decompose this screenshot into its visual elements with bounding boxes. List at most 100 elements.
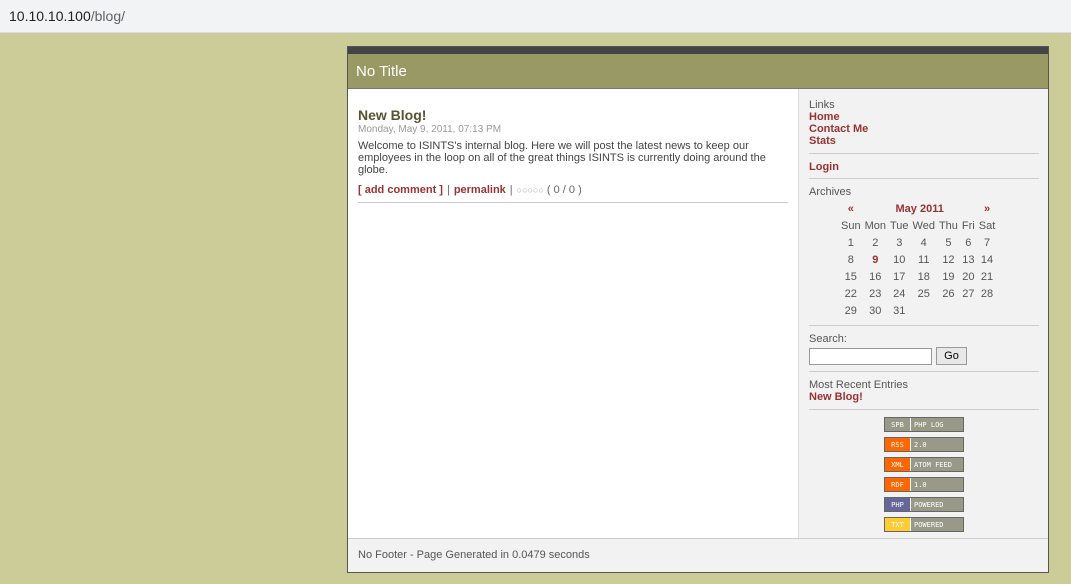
badge-left: SPB [885,418,911,431]
calendar-day: 21 [980,270,994,283]
calendar-day: 25 [917,287,930,300]
entry-date: Monday, May 9, 2011, 07:13 PM [358,124,502,135]
url-path: /blog/ [90,8,125,24]
blog-frame: No Title New Blog! Monday, May 9, 2011, … [347,46,1049,573]
calendar-weekdays: Sun Mon Tue Wed Thu Fri Sat [839,217,997,234]
separator: | [509,184,513,196]
calendar-day: 31 [893,304,906,317]
sidebar-link-home[interactable]: Home [809,111,1039,123]
badge-right: ATOM FEED [911,458,963,471]
calendar-day: 24 [893,287,906,300]
calendar-day: 3 [896,236,903,249]
calendar-day: 2 [872,236,879,249]
search-section: Search: Go [809,333,1039,372]
separator: | [446,184,450,196]
calendar-day: 22 [844,287,857,300]
badge-left: RSS [885,438,911,451]
spb-phplog-badge[interactable]: SPB PHP LOG [884,417,964,432]
calendar-month: May 2011 [895,202,944,215]
badge-left: RDF [885,478,911,491]
badge-right: PHP LOG [911,418,963,431]
calendar-day: 13 [962,253,975,266]
links-section: Links Home Contact Me Stats [809,99,1039,154]
browser-address-bar[interactable]: 10.10.10.100/blog/ [0,0,1071,33]
weekday: Thu [938,219,958,232]
calendar-day: 6 [965,236,972,249]
calendar-day: 19 [942,270,955,283]
recent-entries-label: Most Recent Entries [809,379,909,391]
login-link[interactable]: Login [809,161,1039,173]
calendar-day [960,302,977,319]
entry-meta: [ add comment ] | permalink | ○○○○○ ( 0 / 0 … [358,184,788,203]
recent-entry-link[interactable]: New Blog! [809,391,1039,403]
permalink-link[interactable]: permalink [454,184,506,196]
blog-entry: New Blog! Monday, May 9, 2011, 07:13 PM … [358,107,788,203]
calendar-week: 29 30 31 [839,302,997,319]
top-strip [348,47,1048,54]
calendar-week: 1 2 3 4 5 6 7 [839,234,997,251]
go-button[interactable]: Go [936,347,967,365]
calendar-day: 14 [980,253,994,266]
badge-right: 1.0 [911,478,963,491]
calendar-day: 26 [942,287,955,300]
footer-text: No Footer - Page Generated in 0.0479 sec… [358,549,590,561]
sidebar-link-contact[interactable]: Contact Me [809,123,1039,135]
blog-footer: No Footer - Page Generated in 0.0479 sec… [348,538,1048,572]
calendar-day: 27 [962,287,975,300]
weekday: Wed [912,219,935,232]
badge-right: POWERED [911,498,963,511]
url-host: 10.10.10.100 [9,8,91,24]
rss-badge[interactable]: RSS 2.0 [884,437,964,452]
rdf-badge[interactable]: RDF 1.0 [884,477,964,492]
sidebar-link-stats[interactable]: Stats [809,135,1039,147]
php-powered-badge[interactable]: PHP POWERED [884,497,964,512]
badge-right: POWERED [911,518,963,531]
calendar-day: 7 [983,236,991,249]
calendar-week: 22 23 24 25 26 27 28 [839,285,997,302]
recent-entries-section: Most Recent Entries New Blog! [809,379,1039,410]
calendar-week: 15 16 17 18 19 20 21 [839,268,997,285]
calendar-day: 5 [945,236,952,249]
blog-header: No Title [348,54,1048,89]
add-comment-link[interactable]: [ add comment ] [358,184,443,196]
txt-powered-badge[interactable]: TXT POWERED [884,517,964,532]
weekday: Fri [961,219,975,232]
calendar-day [937,302,960,319]
calendar-day: 17 [893,270,906,283]
calendar-day: 30 [869,304,882,317]
calendar-day-highlighted[interactable]: 9 [863,251,888,268]
archive-calendar: « May 2011 » Sun Mon Tue Wed Thu Fri Sat [839,200,997,319]
calendar-day: 15 [844,270,857,283]
calendar-day [977,302,998,319]
calendar-day: 1 [847,236,854,249]
calendar-prev-button[interactable]: « [839,200,863,217]
rating-count: ( 0 / 0 ) [546,184,582,196]
search-input[interactable] [809,347,932,365]
weekday: Mon [864,219,886,232]
calendar-week: 8 9 10 11 12 13 14 [839,251,997,268]
atom-feed-badge[interactable]: XML ATOM FEED [884,457,964,472]
url-text[interactable]: 10.10.10.100/blog/ [9,8,125,24]
calendar-next-button[interactable]: » [977,200,998,217]
badges: SPB PHP LOG RSS 2.0 XML ATOM FEED RDF 1.0 PH… [809,417,1039,537]
calendar-day: 16 [869,270,882,283]
badge-left: TXT [885,518,911,531]
badge-right: 2.0 [911,438,963,451]
sidebar: Links Home Contact Me Stats Login Archiv… [798,89,1048,538]
main-content: New Blog! Monday, May 9, 2011, 07:13 PM … [348,89,798,538]
archives-label: Archives [809,186,852,198]
badge-left: PHP [885,498,911,511]
calendar-day: 8 [847,253,854,266]
entry-body: Welcome to ISINTS's internal blog. Here … [358,140,766,176]
calendar-day: 11 [918,253,930,266]
weekday: Sun [841,219,861,232]
search-label: Search: [809,333,847,345]
calendar-day [911,302,937,319]
calendar-day: 28 [980,287,994,300]
calendar-day: 4 [920,236,927,249]
calendar-day: 29 [844,304,857,317]
rating-stars-icon[interactable]: ○○○○○ [517,185,544,195]
entry-title: New Blog! [358,107,427,123]
calendar-day: 18 [917,270,930,283]
weekday: Sat [978,219,996,232]
